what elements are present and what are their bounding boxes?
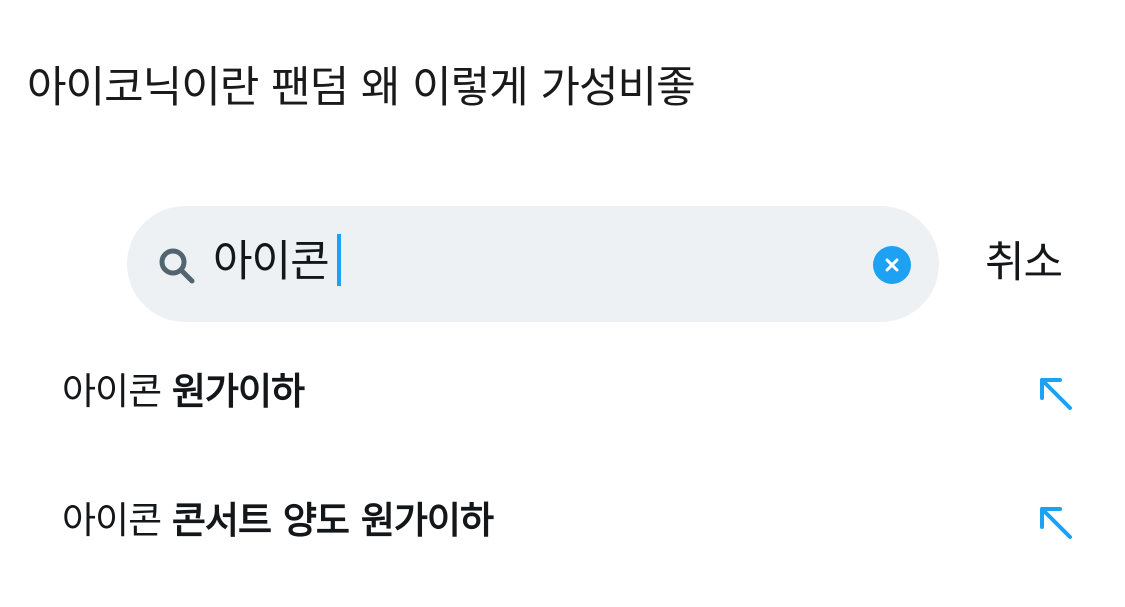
arrow-up-left-icon[interactable] xyxy=(1036,503,1074,541)
suggestion-completion: 콘서트 양도 원가이하 xyxy=(171,499,494,542)
search-bar[interactable]: 아이콘 xyxy=(127,206,939,322)
search-input[interactable]: 아이콘 xyxy=(213,232,341,292)
suggestion-prefix: 아이콘 xyxy=(62,499,172,542)
caption-text: 아이코닉이란 팬덤 왜 이렇게 가성비좋 xyxy=(27,63,696,113)
clear-x-icon xyxy=(885,258,899,272)
search-icon xyxy=(157,246,197,286)
suggestion-text: 아이콘 콘서트 양도 원가이하 xyxy=(62,493,494,549)
search-input-value: 아이콘 xyxy=(213,237,330,287)
suggestion-item[interactable]: 아이콘 콘서트 양도 원가이하 xyxy=(0,473,1125,573)
text-caret xyxy=(336,234,341,286)
suggestion-prefix: 아이콘 xyxy=(62,370,172,413)
suggestion-item[interactable]: 아이콘 원가이하 xyxy=(0,344,1125,444)
cancel-button[interactable]: 취소 xyxy=(985,233,1063,293)
suggestion-completion: 원가이하 xyxy=(171,370,305,413)
suggestion-text: 아이콘 원가이하 xyxy=(62,364,305,420)
clear-search-button[interactable] xyxy=(873,246,911,284)
arrow-up-left-icon[interactable] xyxy=(1036,374,1074,412)
